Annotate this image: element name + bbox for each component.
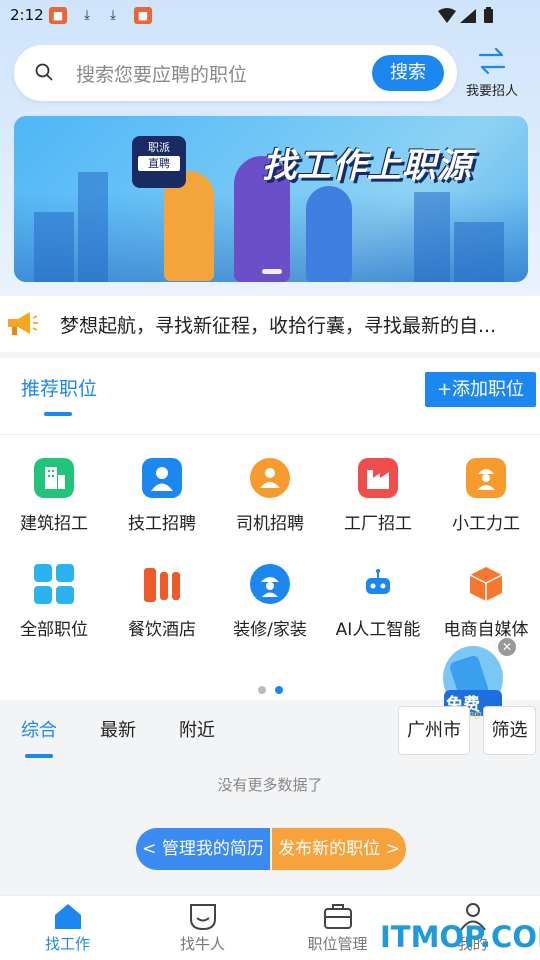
category-item[interactable]: 餐饮酒店 [108,564,216,640]
filter-bar: 综合 最新 附近 广州市 筛选 [0,700,540,762]
box-icon [466,564,506,604]
notice-text: 梦想起航，寻找新征程，收拾行囊，寻找最新的自... [60,315,497,337]
category-item[interactable]: 小工力工 [432,458,540,534]
download-done-icon: ⤓ [84,8,90,23]
promo-banner[interactable]: 职派 直聘 找工作上职源 [14,116,528,282]
recruit-button[interactable]: 我要招人 [462,46,522,100]
add-position-button[interactable]: +添加职位 [425,372,536,407]
city-select[interactable]: 广州市 [398,706,470,755]
nav-find-talent[interactable]: 找牛人 [135,896,270,960]
manage-resume-button[interactable]: < 管理我的简历 [136,828,270,870]
recruit-label: 我要招人 [465,84,518,99]
tab-latest[interactable]: 最新 [100,716,136,742]
category-item[interactable]: 全部职位 [0,564,108,640]
restaurant-icon [142,564,182,604]
category-item[interactable]: 建筑招工 [0,458,108,534]
watermark: ITMOP.COM [380,920,540,954]
signal-battery-icon [438,7,506,29]
category-item[interactable]: 司机招聘 [216,458,324,534]
nav-find-job[interactable]: 找工作 [0,896,135,960]
grid-icon [34,564,74,604]
tab-indicator [44,412,72,416]
decoration-icon [250,564,290,604]
brand-logo: 职派 直聘 [132,136,186,188]
app-notification-icon: ■ [49,7,67,24]
search-bar[interactable]: 搜索您要应聘的职位 搜索 [14,45,457,101]
face-icon [189,904,216,931]
illustration-person [306,186,352,282]
search-input[interactable]: 搜索您要应聘的职位 [76,60,247,87]
swap-icon [478,47,506,75]
notice-bar[interactable]: 梦想起航，寻找新征程，收拾行囊，寻找最新的自... [0,296,540,352]
category-item[interactable]: 工厂招工 [324,458,432,534]
tab-nearby[interactable]: 附近 [179,716,215,742]
tab-comprehensive[interactable]: 综合 [21,716,57,742]
banner-headline: 找工作上职源 [262,146,472,186]
tab-indicator [25,754,53,758]
search-icon [35,63,53,81]
category-item[interactable]: 技工招聘 [108,458,216,534]
category-item[interactable]: AI人工智能 [324,564,432,640]
tab-recommend[interactable]: 推荐职位 [21,374,97,401]
factory-icon [358,458,398,498]
post-position-button[interactable]: 发布新的职位 > [272,828,406,870]
building-icon [34,458,74,498]
briefcase-icon [323,904,352,929]
empty-list-text: 没有更多数据了 [217,776,323,794]
driver-icon [250,458,290,498]
category-pager [258,679,292,698]
category-item[interactable]: 电商自媒体 [432,564,540,640]
download-done-icon: ⤓ [110,8,116,23]
close-icon[interactable]: ✕ [498,638,516,656]
filter-button[interactable]: 筛选 [483,706,536,755]
category-item[interactable]: 装修/家装 [216,564,324,640]
status-time: 2:12 [10,6,44,24]
worker-icon [466,458,506,498]
mechanic-icon [142,458,182,498]
app-notification-icon: ■ [134,7,152,24]
banner-indicator [262,269,282,274]
status-bar: 2:12 ■ ⤓ ⤓ ■ [0,0,540,32]
robot-icon [358,564,398,604]
home-icon [54,904,81,929]
megaphone-icon [8,312,38,335]
search-button[interactable]: 搜索 [372,55,444,91]
